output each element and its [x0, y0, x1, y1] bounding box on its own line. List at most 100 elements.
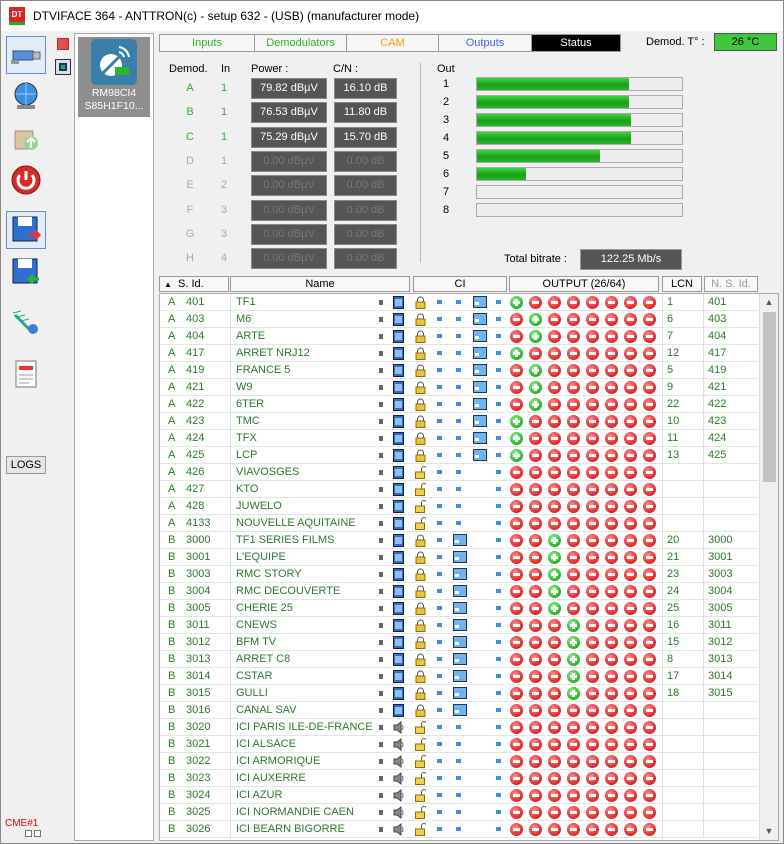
output-remove-icon[interactable]	[510, 789, 523, 802]
ci-slot-2-icon[interactable]	[456, 453, 461, 457]
table-row[interactable]: B 3000 TF1 SERIES FILMS 20 3000	[160, 532, 758, 549]
row-expand-icon[interactable]	[379, 436, 383, 441]
output-remove-icon[interactable]	[605, 381, 618, 394]
output-remove-icon[interactable]	[567, 585, 580, 598]
ci-slot-1-icon[interactable]	[437, 504, 442, 508]
row-expand-icon[interactable]	[379, 453, 383, 458]
table-row[interactable]: B 3005 CHERIE 25 25 3005	[160, 600, 758, 617]
lcn-column-header[interactable]: LCN	[662, 276, 702, 292]
output-remove-icon[interactable]	[567, 449, 580, 462]
output-remove-icon[interactable]	[529, 806, 542, 819]
output-remove-icon[interactable]	[605, 602, 618, 615]
output-remove-icon[interactable]	[643, 755, 656, 768]
output-remove-icon[interactable]	[567, 806, 580, 819]
output-remove-icon[interactable]	[586, 619, 599, 632]
usb-connect-button[interactable]	[6, 36, 46, 74]
table-row[interactable]: B 3023 ICI AUXERRE	[160, 770, 758, 787]
ci-card-icon[interactable]	[453, 551, 467, 566]
name-column-header[interactable]: Name	[230, 276, 410, 292]
tab-inputs[interactable]: Inputs	[160, 35, 255, 51]
ci-card-icon[interactable]	[473, 296, 487, 311]
output-add-icon[interactable]	[567, 619, 580, 632]
output-remove-icon[interactable]	[510, 313, 523, 326]
ci-card-icon[interactable]	[473, 330, 487, 345]
output-remove-icon[interactable]	[548, 670, 561, 683]
output-remove-icon[interactable]	[605, 772, 618, 785]
locked-icon[interactable]	[415, 704, 426, 720]
scroll-down-icon[interactable]: ▼	[760, 823, 778, 840]
ci-slot-1-icon[interactable]	[437, 759, 442, 763]
ci-slot-3-icon[interactable]	[496, 504, 501, 508]
table-row[interactable]: A 401 TF1 1 401	[160, 294, 758, 311]
output-remove-icon[interactable]	[529, 483, 542, 496]
output-remove-icon[interactable]	[586, 534, 599, 547]
ci-slot-3-icon[interactable]	[496, 759, 501, 763]
output-remove-icon[interactable]	[643, 636, 656, 649]
stop-indicator-icon[interactable]	[57, 38, 69, 50]
output-remove-icon[interactable]	[643, 823, 656, 836]
output-remove-icon[interactable]	[624, 415, 637, 428]
ci-card-icon[interactable]	[473, 398, 487, 413]
output-remove-icon[interactable]	[605, 636, 618, 649]
locked-icon[interactable]	[415, 585, 426, 601]
locked-icon[interactable]	[415, 534, 426, 550]
output-remove-icon[interactable]	[605, 364, 618, 377]
output-remove-icon[interactable]	[643, 738, 656, 751]
locked-icon[interactable]	[415, 653, 426, 669]
ci-slot-1-icon[interactable]	[437, 487, 442, 491]
ci-column-header[interactable]: CI	[413, 276, 507, 292]
ci-slot-1-icon[interactable]	[437, 436, 442, 440]
output-remove-icon[interactable]	[605, 347, 618, 360]
tab-status[interactable]: Status	[532, 35, 620, 51]
output-remove-icon[interactable]	[529, 449, 542, 462]
output-remove-icon[interactable]	[624, 789, 637, 802]
output-remove-icon[interactable]	[548, 347, 561, 360]
output-remove-icon[interactable]	[586, 636, 599, 649]
row-expand-icon[interactable]	[379, 810, 383, 815]
output-remove-icon[interactable]	[605, 551, 618, 564]
ci-slot-1-icon[interactable]	[437, 657, 442, 661]
ci-slot-2-icon[interactable]	[456, 759, 461, 763]
table-row[interactable]: A 421 W9 9 421	[160, 379, 758, 396]
output-remove-icon[interactable]	[529, 415, 542, 428]
output-remove-icon[interactable]	[643, 653, 656, 666]
output-remove-icon[interactable]	[624, 653, 637, 666]
output-remove-icon[interactable]	[529, 687, 542, 700]
ci-slot-1-icon[interactable]	[437, 708, 442, 712]
output-remove-icon[interactable]	[643, 551, 656, 564]
locked-icon[interactable]	[415, 347, 426, 363]
output-remove-icon[interactable]	[567, 551, 580, 564]
locked-icon[interactable]	[415, 449, 426, 465]
output-remove-icon[interactable]	[548, 789, 561, 802]
output-remove-icon[interactable]	[643, 619, 656, 632]
table-row[interactable]: B 3003 RMC STORY 23 3003	[160, 566, 758, 583]
locked-icon[interactable]	[415, 568, 426, 584]
output-remove-icon[interactable]	[605, 449, 618, 462]
output-remove-icon[interactable]	[586, 602, 599, 615]
ci-slot-3-icon[interactable]	[496, 793, 501, 797]
output-remove-icon[interactable]	[510, 585, 523, 598]
tab-demodulators[interactable]: Demodulators	[255, 35, 347, 51]
ci-slot-3-icon[interactable]	[496, 640, 501, 644]
output-remove-icon[interactable]	[643, 789, 656, 802]
output-remove-icon[interactable]	[624, 823, 637, 836]
ci-card-icon[interactable]	[453, 653, 467, 668]
output-remove-icon[interactable]	[529, 670, 542, 683]
output-remove-icon[interactable]	[605, 721, 618, 734]
ci-slot-1-icon[interactable]	[437, 521, 442, 525]
output-remove-icon[interactable]	[548, 330, 561, 343]
output-remove-icon[interactable]	[605, 500, 618, 513]
ci-slot-1-icon[interactable]	[437, 453, 442, 457]
locked-icon[interactable]	[415, 415, 426, 431]
output-remove-icon[interactable]	[529, 653, 542, 666]
output-remove-icon[interactable]	[586, 398, 599, 411]
output-add-icon[interactable]	[529, 330, 542, 343]
output-remove-icon[interactable]	[510, 398, 523, 411]
unlocked-icon[interactable]	[415, 755, 427, 771]
output-remove-icon[interactable]	[643, 432, 656, 445]
ci-slot-1-icon[interactable]	[437, 555, 442, 559]
ci-slot-2-icon[interactable]	[456, 317, 461, 321]
output-remove-icon[interactable]	[624, 687, 637, 700]
output-remove-icon[interactable]	[624, 517, 637, 530]
ci-slot-1-icon[interactable]	[437, 351, 442, 355]
